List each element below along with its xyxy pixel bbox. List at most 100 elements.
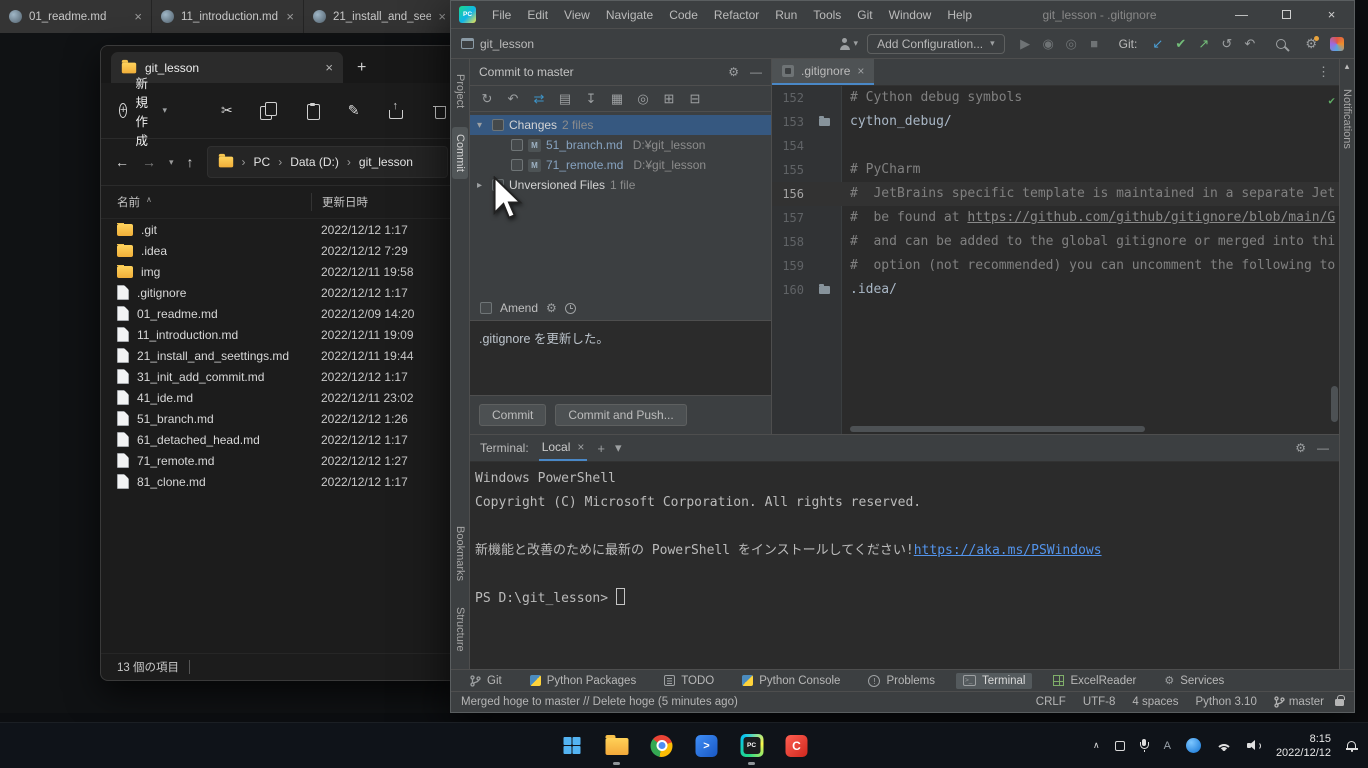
- terminal-link[interactable]: https://aka.ms/PSWindows: [914, 543, 1102, 558]
- commit-options-gear-icon[interactable]: ⚙: [546, 301, 557, 315]
- project-selector[interactable]: git_lesson: [461, 37, 534, 51]
- tray-blue-app-icon[interactable]: [1186, 738, 1201, 753]
- menu-view[interactable]: View: [556, 4, 598, 26]
- menu-code[interactable]: Code: [661, 4, 706, 26]
- history-chevron-icon[interactable]: ▾: [169, 157, 174, 168]
- code-link[interactable]: https://github.com/github/gitignore/blob…: [967, 210, 1335, 225]
- minimize-button[interactable]: —: [1219, 1, 1264, 28]
- file-row-gitignore[interactable]: .gitignore2022/12/12 1:17: [101, 282, 462, 303]
- editor-tab-gitignore[interactable]: .gitignore ×: [772, 59, 874, 85]
- editor-line-152[interactable]: 152# Cython debug symbols: [772, 86, 1339, 110]
- back-icon[interactable]: ←: [115, 154, 129, 170]
- vertical-scrollbar[interactable]: [1331, 386, 1338, 422]
- rollback-icon[interactable]: ↶: [500, 91, 526, 107]
- editor-line-156[interactable]: 156# JetBrains specific template is main…: [772, 182, 1339, 206]
- menu-tools[interactable]: Tools: [805, 4, 849, 26]
- coverage-icon[interactable]: ◎: [1060, 36, 1083, 52]
- changes-checkbox[interactable]: [492, 119, 504, 131]
- terminal-output[interactable]: Windows PowerShellCopyright (C) Microsof…: [470, 462, 1339, 669]
- close-icon[interactable]: ×: [857, 64, 864, 78]
- commit-button[interactable]: Commit: [479, 404, 546, 426]
- tray-expand-icon[interactable]: ∧: [1093, 740, 1100, 751]
- wifi-icon[interactable]: [1216, 740, 1232, 751]
- file-row-11-introduction-md[interactable]: 11_introduction.md2022/12/11 19:09: [101, 324, 462, 345]
- taskbar-explorer-icon[interactable]: [597, 726, 637, 766]
- menu-git[interactable]: Git: [849, 4, 880, 26]
- group-by-icon[interactable]: ▦: [604, 91, 630, 107]
- editor-line-155[interactable]: 155# PyCharm: [772, 158, 1339, 182]
- breadcrumb-data-d[interactable]: Data (D:): [290, 155, 339, 169]
- tool-button-problems[interactable]: !Problems: [861, 673, 942, 689]
- rollback-icon[interactable]: ↶: [1238, 36, 1261, 52]
- hide-icon[interactable]: —: [750, 65, 762, 79]
- maximize-button[interactable]: [1264, 1, 1309, 28]
- menu-window[interactable]: Window: [881, 4, 940, 26]
- file-row-idea[interactable]: .idea2022/12/12 7:29: [101, 240, 462, 261]
- close-icon[interactable]: ×: [577, 440, 584, 454]
- tool-button-todo[interactable]: TODO: [657, 673, 721, 689]
- profiler-icon[interactable]: ■: [1083, 36, 1106, 51]
- close-icon[interactable]: ×: [325, 60, 333, 75]
- close-button[interactable]: ×: [1309, 1, 1354, 28]
- stripe-notifications[interactable]: Notifications: [1339, 82, 1355, 156]
- file-row-img[interactable]: img2022/12/11 19:58: [101, 261, 462, 282]
- stripe-structure[interactable]: Structure: [452, 600, 468, 659]
- checkbox[interactable]: [511, 159, 523, 171]
- close-icon[interactable]: ×: [438, 9, 446, 24]
- file-row-61-detached-head-md[interactable]: 61_detached_head.md2022/12/12 1:17: [101, 429, 462, 450]
- horizontal-scrollbar[interactable]: [850, 426, 1145, 432]
- scroll-up-icon[interactable]: ▴: [1345, 61, 1350, 72]
- stripe-bookmarks[interactable]: Bookmarks: [452, 519, 468, 588]
- menu-refactor[interactable]: Refactor: [706, 4, 767, 26]
- breadcrumb-pc[interactable]: PC: [254, 155, 271, 169]
- tray-app-icon[interactable]: [1115, 741, 1125, 751]
- microphone-icon[interactable]: [1140, 739, 1149, 752]
- settings-gear-icon[interactable]: ⚙: [1305, 36, 1317, 52]
- amend-checkbox[interactable]: [480, 302, 492, 314]
- forward-icon[interactable]: →: [142, 154, 156, 170]
- address-bar[interactable]: ›PC›Data (D:)›git_lesson: [207, 146, 448, 178]
- show-diff-icon[interactable]: ⇄: [526, 91, 552, 107]
- up-icon[interactable]: ↑: [187, 154, 194, 170]
- column-header-name[interactable]: 名前 ∧: [117, 194, 311, 210]
- menu-file[interactable]: File: [484, 4, 519, 26]
- preview-icon[interactable]: ◎: [630, 91, 656, 107]
- tool-button-terminal[interactable]: >_Terminal: [956, 673, 1032, 689]
- delete-icon[interactable]: [431, 102, 448, 119]
- plugin-logo-icon[interactable]: [1330, 37, 1344, 51]
- tool-button-git[interactable]: Git: [463, 673, 509, 689]
- stripe-project[interactable]: Project: [452, 67, 468, 115]
- expand-all-icon[interactable]: ⊞: [656, 91, 682, 107]
- editor-line-153[interactable]: 153cython_debug/: [772, 110, 1339, 134]
- file-row-21-install-and-seettings-md[interactable]: 21_install_and_seettings.md2022/12/11 19…: [101, 345, 462, 366]
- menu-edit[interactable]: Edit: [519, 4, 556, 26]
- more-options-icon[interactable]: ⋮: [1308, 64, 1339, 80]
- share-icon[interactable]: [387, 102, 404, 119]
- shelve-icon[interactable]: ↧: [578, 91, 604, 107]
- start-button[interactable]: [552, 726, 592, 766]
- tool-button-python-console[interactable]: Python Console: [735, 673, 847, 689]
- changes-node[interactable]: ▾ Changes 2 files: [470, 115, 771, 135]
- gear-icon[interactable]: ⚙: [1295, 441, 1306, 455]
- taskbar-c-app-icon[interactable]: C: [777, 726, 817, 766]
- column-header-date[interactable]: 更新日時: [311, 193, 462, 211]
- tool-button-services[interactable]: ⚙Services: [1157, 672, 1231, 689]
- hide-icon[interactable]: —: [1317, 441, 1329, 455]
- clock[interactable]: 8:15 2022/12/12: [1276, 732, 1331, 760]
- checkbox[interactable]: [511, 139, 523, 151]
- update-project-icon[interactable]: ↙: [1146, 36, 1169, 52]
- encoding-indicator[interactable]: UTF-8: [1083, 696, 1116, 708]
- chevron-down-icon[interactable]: ▾: [615, 440, 622, 456]
- volume-icon[interactable]: [1247, 740, 1261, 751]
- file-row-81-clone-md[interactable]: 81_clone.md2022/12/12 1:17: [101, 471, 462, 492]
- vcs-user-button[interactable]: ▾: [839, 38, 859, 50]
- ime-indicator[interactable]: A: [1164, 740, 1171, 752]
- changed-file-51-branch-md[interactable]: M51_branch.mdD:¥git_lesson: [470, 135, 771, 155]
- file-row-01-readme-md[interactable]: 01_readme.md2022/12/09 14:20: [101, 303, 462, 324]
- tool-button-python-packages[interactable]: Python Packages: [523, 673, 644, 689]
- commit-message-input[interactable]: .gitignore を更新した。: [470, 320, 771, 396]
- collapse-all-icon[interactable]: ⊟: [682, 91, 708, 107]
- interpreter-indicator[interactable]: Python 3.10: [1195, 696, 1256, 708]
- taskbar-chrome-icon[interactable]: [642, 726, 682, 766]
- background-tab-01-readme-md[interactable]: 01_readme.md×: [0, 0, 152, 33]
